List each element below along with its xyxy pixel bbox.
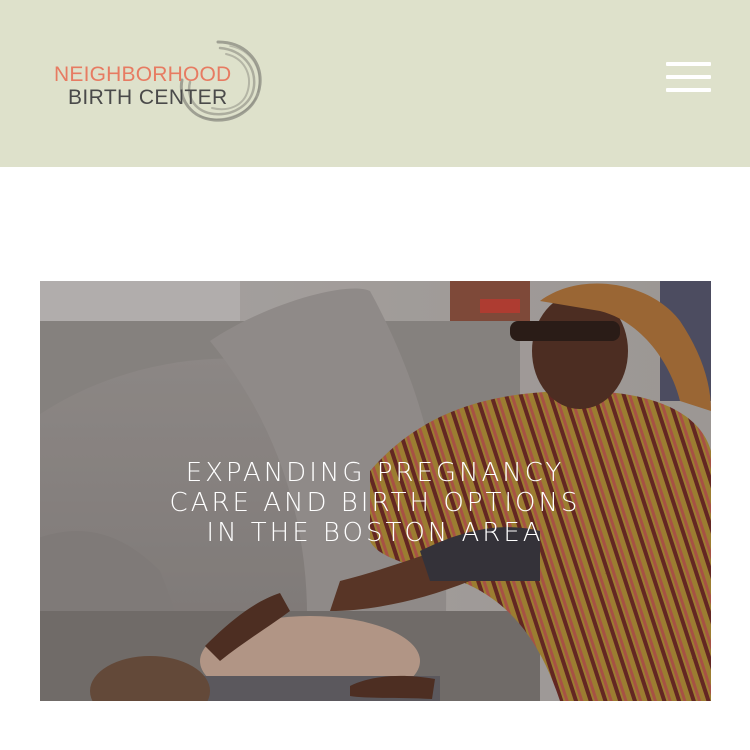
hero-banner: EXPANDING PREGNANCY CARE AND BIRTH OPTIO…	[40, 281, 711, 701]
menu-bar-bottom	[666, 88, 711, 92]
hero-heading-line: CARE AND BIRTH OPTIONS	[169, 488, 581, 519]
site-logo[interactable]: NEIGHBORHOOD BIRTH CENTER	[52, 36, 267, 126]
menu-bar-top	[666, 62, 711, 66]
hamburger-menu-button[interactable]	[666, 60, 712, 96]
site-header: NEIGHBORHOOD BIRTH CENTER	[0, 0, 750, 167]
hero-heading: EXPANDING PREGNANCY CARE AND BIRTH OPTIO…	[100, 458, 650, 548]
hero-heading-line: EXPANDING PREGNANCY	[185, 458, 565, 489]
logo-text-birth-center: BIRTH CENTER	[68, 86, 228, 109]
menu-bar-middle	[666, 75, 711, 79]
logo-text-neighborhood: NEIGHBORHOOD	[54, 63, 232, 86]
hero-heading-line: IN THE BOSTON AREA	[206, 518, 544, 549]
